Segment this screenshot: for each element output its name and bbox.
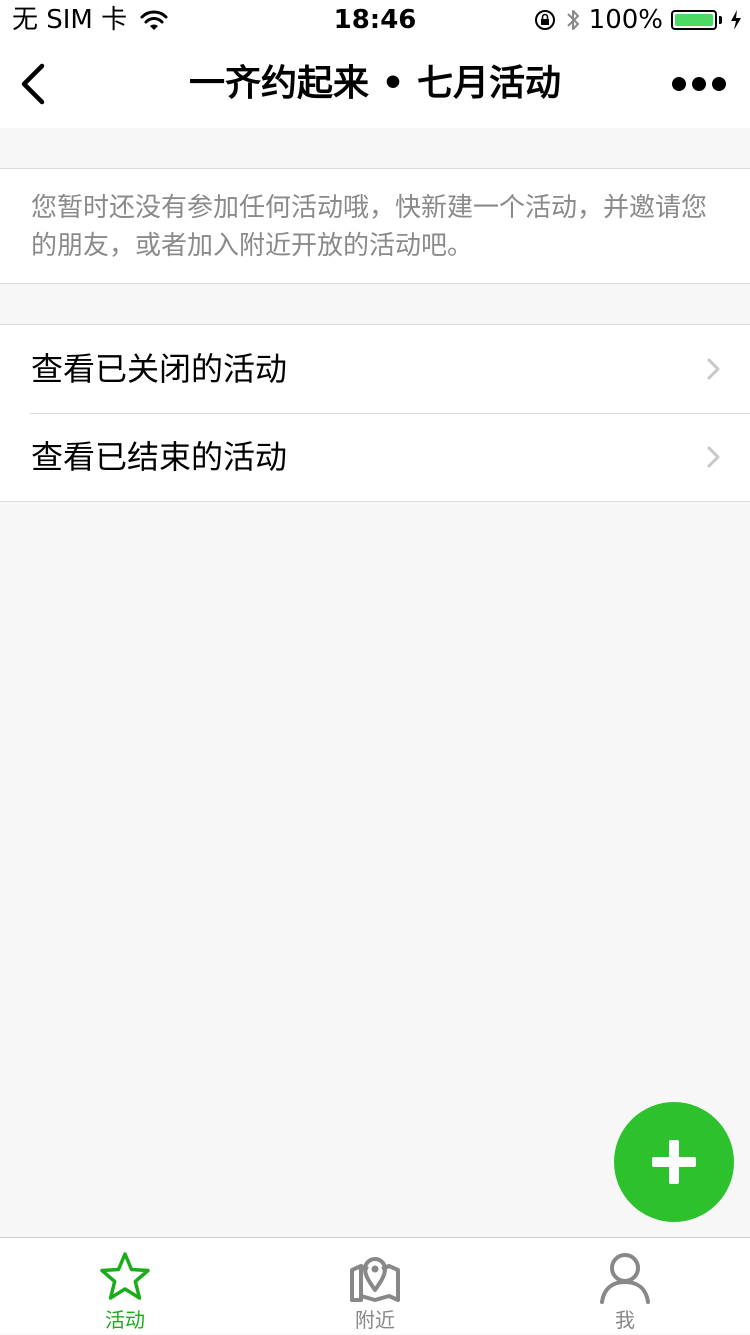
list-item-label: 查看已结束的活动 (31, 438, 288, 476)
user-icon (600, 1253, 650, 1304)
battery-icon (671, 10, 717, 30)
more-dot (672, 77, 686, 91)
charging-icon (731, 10, 741, 30)
more-dot (692, 77, 706, 91)
star-icon (100, 1252, 150, 1300)
battery-percent: 100% (588, 5, 663, 35)
tab-label: 我 (615, 1308, 635, 1332)
chevron-right-icon (707, 358, 720, 380)
more-dot (712, 77, 726, 91)
tab-nearby[interactable]: 附近 (250, 1238, 500, 1335)
empty-notice: 您暂时还没有参加任何活动哦，快新建一个活动，并邀请您的朋友，或者加入附近开放的活… (0, 168, 750, 284)
page-title: 一齐约起来 • 七月活动 (188, 63, 562, 104)
more-button[interactable] (672, 74, 726, 94)
battery-tip (719, 16, 722, 24)
nav-bar: 一齐约起来 • 七月活动 (0, 40, 750, 128)
status-bar: 无 SIM 卡 18:46 100% (0, 0, 750, 40)
tab-me[interactable]: 我 (500, 1238, 750, 1335)
tab-activities[interactable]: 活动 (0, 1238, 250, 1335)
map-pin-icon (350, 1257, 400, 1302)
list-item-closed-activities[interactable]: 查看已关闭的活动 (0, 325, 750, 413)
list-item-label: 查看已关闭的活动 (31, 350, 288, 388)
tab-label: 附近 (355, 1308, 395, 1332)
activity-links-list: 查看已关闭的活动 查看已结束的活动 (0, 324, 750, 502)
add-activity-button[interactable] (614, 1102, 734, 1222)
orientation-lock-icon (534, 10, 555, 30)
tab-label: 活动 (105, 1308, 145, 1332)
bluetooth-icon (566, 10, 579, 30)
tab-bar: 活动 附近 我 (0, 1237, 750, 1334)
chevron-right-icon (707, 446, 720, 468)
list-item-ended-activities[interactable]: 查看已结束的活动 (0, 413, 750, 501)
back-button[interactable] (14, 62, 54, 106)
status-right: 100% (533, 5, 742, 35)
notice-text: 您暂时还没有参加任何活动哦，快新建一个活动，并邀请您的朋友，或者加入附近开放的活… (31, 193, 708, 261)
